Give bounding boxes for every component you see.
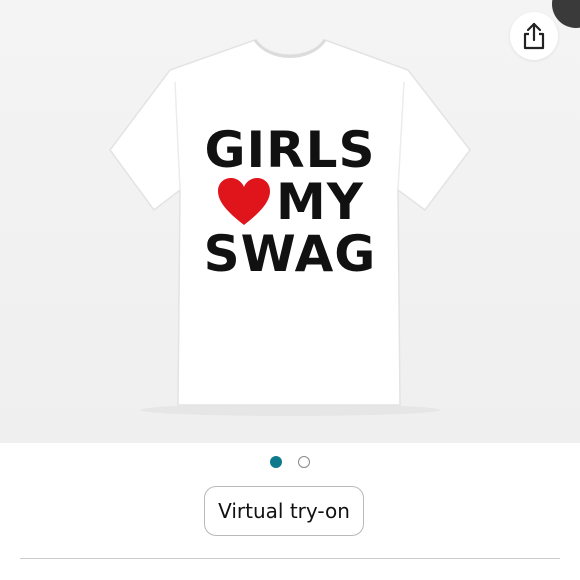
carousel-dot-1[interactable]	[270, 456, 282, 468]
share-icon	[523, 22, 545, 50]
product-image-gallery[interactable]: GIRLS MY SWAG	[0, 0, 580, 443]
shirt-text-line-1: GIRLS	[204, 121, 376, 179]
divider	[20, 558, 560, 559]
share-button[interactable]	[510, 12, 558, 60]
carousel-dot-2[interactable]	[298, 456, 310, 468]
shirt-text-line-2: MY	[180, 174, 400, 230]
virtual-tryon-button[interactable]: Virtual try-on	[204, 486, 364, 536]
shirt-text-my: MY	[276, 173, 364, 231]
heart-icon	[218, 178, 271, 225]
carousel-indicator	[0, 456, 580, 468]
shirt-text-line-3: SWAG	[203, 225, 377, 283]
